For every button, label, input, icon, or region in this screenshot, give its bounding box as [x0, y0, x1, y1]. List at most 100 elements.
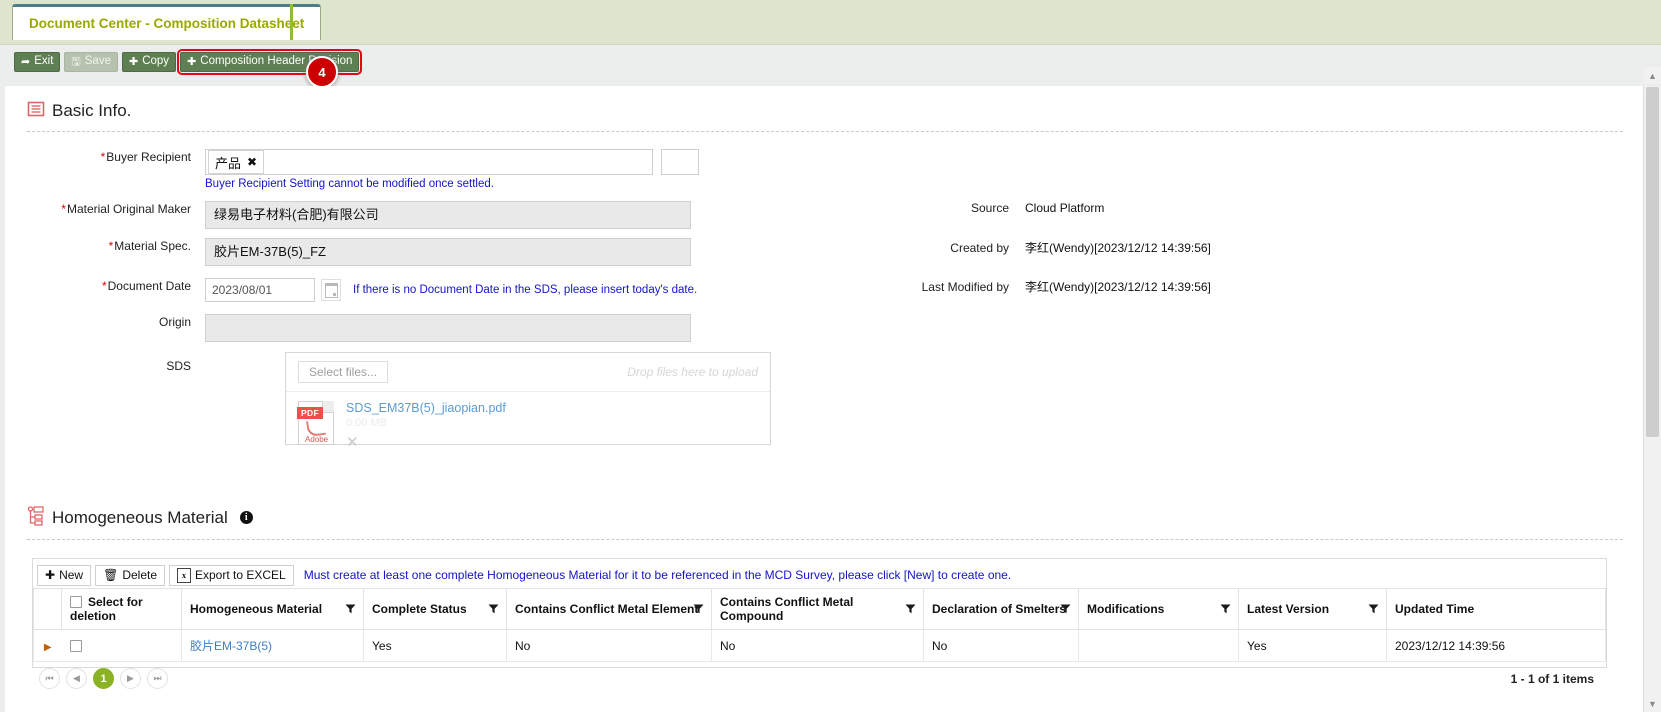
required-mark: *: [61, 202, 66, 216]
field-material-original-maker: *Material Original Maker 绿易电子材料(合肥)有限公司: [5, 201, 691, 229]
field-buyer-recipient: *Buyer Recipient 产品 ✖ Buyer Recipient Se…: [5, 149, 699, 190]
origin-label: Origin: [158, 315, 191, 329]
meta-value-source: Cloud Platform: [1025, 201, 1105, 215]
delete-button-label: Delete: [122, 568, 157, 582]
tab-composition-datasheet[interactable]: Document Center - Composition Datasheet: [12, 4, 322, 40]
header-contains-conflict-metal-compound[interactable]: Contains Conflict Metal Compound: [711, 588, 924, 630]
filter-icon[interactable]: [693, 604, 704, 615]
floppy-disk-icon: 🖫: [71, 55, 81, 68]
pager-last-button[interactable]: ⏭: [147, 668, 168, 689]
vertical-scrollbar[interactable]: ▲ ▼: [1643, 67, 1661, 712]
copy-button-label: Copy: [142, 55, 170, 68]
application-window: Document Center - Composition Datasheet …: [0, 0, 1661, 712]
material-original-maker-label-text: Material Original Maker: [66, 202, 191, 216]
pdf-file-icon: PDF Adobe: [297, 401, 334, 445]
row-checkbox[interactable]: [69, 639, 82, 652]
row-select-cell[interactable]: [61, 629, 182, 662]
pager-prev-button[interactable]: ◀: [66, 668, 87, 689]
filter-icon[interactable]: [905, 604, 916, 615]
select-files-button[interactable]: Select files...: [298, 361, 389, 383]
select-all-checkbox[interactable]: [70, 596, 82, 608]
delete-button[interactable]: 🗑 Delete: [95, 564, 165, 586]
origin-input[interactable]: [205, 314, 691, 342]
sds-file-name[interactable]: SDS_EM37B(5)_jiaopian.pdf: [346, 401, 506, 415]
cell-contains-conflict-metal-compound: No: [711, 629, 924, 662]
step-badge-label: 4: [318, 64, 326, 80]
buyer-recipient-token[interactable]: 产品 ✖: [208, 150, 265, 174]
sds-label: SDS: [166, 359, 191, 373]
expand-row-icon[interactable]: ▶: [44, 642, 52, 653]
scroll-up-arrow[interactable]: ▲: [1644, 67, 1661, 84]
exit-button[interactable]: ➦ Exit: [14, 52, 61, 72]
pdf-brand-label: Adobe: [305, 435, 329, 444]
header-complete-status-label: Complete Status: [372, 602, 467, 616]
homogeneous-material-link[interactable]: 胶片EM-37B(5): [190, 639, 272, 653]
buyer-recipient-input[interactable]: 产品 ✖: [205, 149, 653, 175]
pager-next-button[interactable]: ▶: [120, 668, 141, 689]
copy-button[interactable]: ✚ Copy: [121, 52, 177, 72]
sds-upload-area[interactable]: Select files... Drop files here to uploa…: [285, 352, 771, 451]
form-canvas: Basic Info. *Buyer Recipient 产品 ✖ Buyer …: [0, 86, 1661, 712]
header-select-for-deletion[interactable]: Select for deletion: [61, 588, 182, 630]
header-declaration-of-smelters[interactable]: Declaration of Smelters: [923, 588, 1079, 630]
header-updated-time-label: Updated Time: [1395, 602, 1475, 616]
excel-icon: x: [177, 567, 191, 583]
basic-info-title: Basic Info.: [52, 100, 132, 120]
drop-files-hint: Drop files here to upload: [627, 365, 758, 379]
material-original-maker-input[interactable]: 绿易电子材料(合肥)有限公司: [205, 201, 691, 229]
plus-icon: ✚: [128, 55, 139, 68]
pager-page-1[interactable]: 1: [93, 668, 114, 689]
pdf-tag-label: PDF: [297, 407, 323, 419]
export-to-excel-button[interactable]: x Export to EXCEL: [169, 564, 294, 586]
header-updated-time[interactable]: Updated Time: [1386, 588, 1606, 630]
cell-homogeneous-material[interactable]: 胶片EM-37B(5): [181, 629, 364, 662]
basic-info-divider: [27, 131, 1623, 132]
new-button[interactable]: ✚ New: [37, 564, 92, 586]
header-modifications[interactable]: Modifications: [1078, 588, 1239, 630]
scroll-down-arrow[interactable]: ▼: [1644, 695, 1661, 712]
calendar-button[interactable]: [321, 279, 341, 301]
basic-info-header: Basic Info.: [27, 100, 1623, 121]
filter-icon[interactable]: [1220, 604, 1231, 615]
filter-icon[interactable]: [345, 604, 356, 615]
meta-label-last-modified-by: Last Modified by: [921, 279, 1009, 294]
table-row[interactable]: ▶ 胶片EM-37B(5) Yes No No No Yes 2023/12/1…: [33, 629, 1606, 662]
save-button[interactable]: 🖫 Save: [64, 52, 118, 72]
filter-icon[interactable]: [1368, 604, 1379, 615]
tab-strip: Document Center - Composition Datasheet: [0, 0, 1661, 44]
cell-latest-version: Yes: [1238, 629, 1387, 662]
pager-first-button[interactable]: ⏮: [39, 668, 60, 689]
tab-active-edge: [290, 4, 293, 40]
plus-icon: ✚: [45, 568, 56, 582]
header-latest-version[interactable]: Latest Version: [1238, 588, 1387, 630]
document-date-label-text: Document Date: [107, 279, 191, 293]
filter-icon[interactable]: [1060, 604, 1071, 615]
buyer-recipient-token-label: 产品: [215, 155, 242, 171]
sds-file-item: PDF Adobe SDS_EM37B(5)_jiaopian.pdf 0.00…: [286, 392, 770, 451]
exit-icon: ➦: [21, 55, 31, 68]
info-icon[interactable]: i: [239, 511, 253, 524]
buyer-recipient-picker-button[interactable]: [661, 149, 699, 175]
buyer-recipient-hint: Buyer Recipient Setting cannot be modifi…: [205, 178, 494, 190]
basic-info-section: Basic Info.: [27, 100, 1623, 132]
header-declaration-of-smelters-label: Declaration of Smelters: [932, 602, 1067, 616]
filter-icon[interactable]: [488, 604, 499, 615]
header-homogeneous-material[interactable]: Homogeneous Material: [181, 588, 364, 630]
cell-modifications: [1078, 629, 1239, 662]
header-modifications-label: Modifications: [1087, 602, 1165, 616]
scrollbar-thumb[interactable]: [1646, 87, 1659, 437]
row-expander-cell[interactable]: ▶: [33, 629, 62, 662]
tab-label: Document Center - Composition Datasheet: [29, 16, 305, 31]
material-spec-input[interactable]: 胶片EM-37B(5)_FZ: [205, 238, 691, 266]
header-contains-conflict-metal-element[interactable]: Contains Conflict Metal Element: [506, 588, 712, 630]
header-complete-status[interactable]: Complete Status: [363, 588, 507, 630]
save-button-label: Save: [84, 55, 111, 68]
document-date-hint: If there is no Document Date in the SDS,…: [353, 284, 698, 296]
material-spec-value: 胶片EM-37B(5)_FZ: [205, 238, 691, 266]
list-icon: [27, 100, 45, 121]
remove-file-icon[interactable]: ✕: [346, 433, 359, 451]
homogeneous-material-table: Select for deletion Homogeneous Material…: [33, 588, 1606, 662]
remove-token-icon[interactable]: ✖: [247, 155, 257, 169]
document-date-input[interactable]: 2023/08/01: [205, 278, 315, 302]
trash-icon: 🗑: [103, 568, 119, 582]
